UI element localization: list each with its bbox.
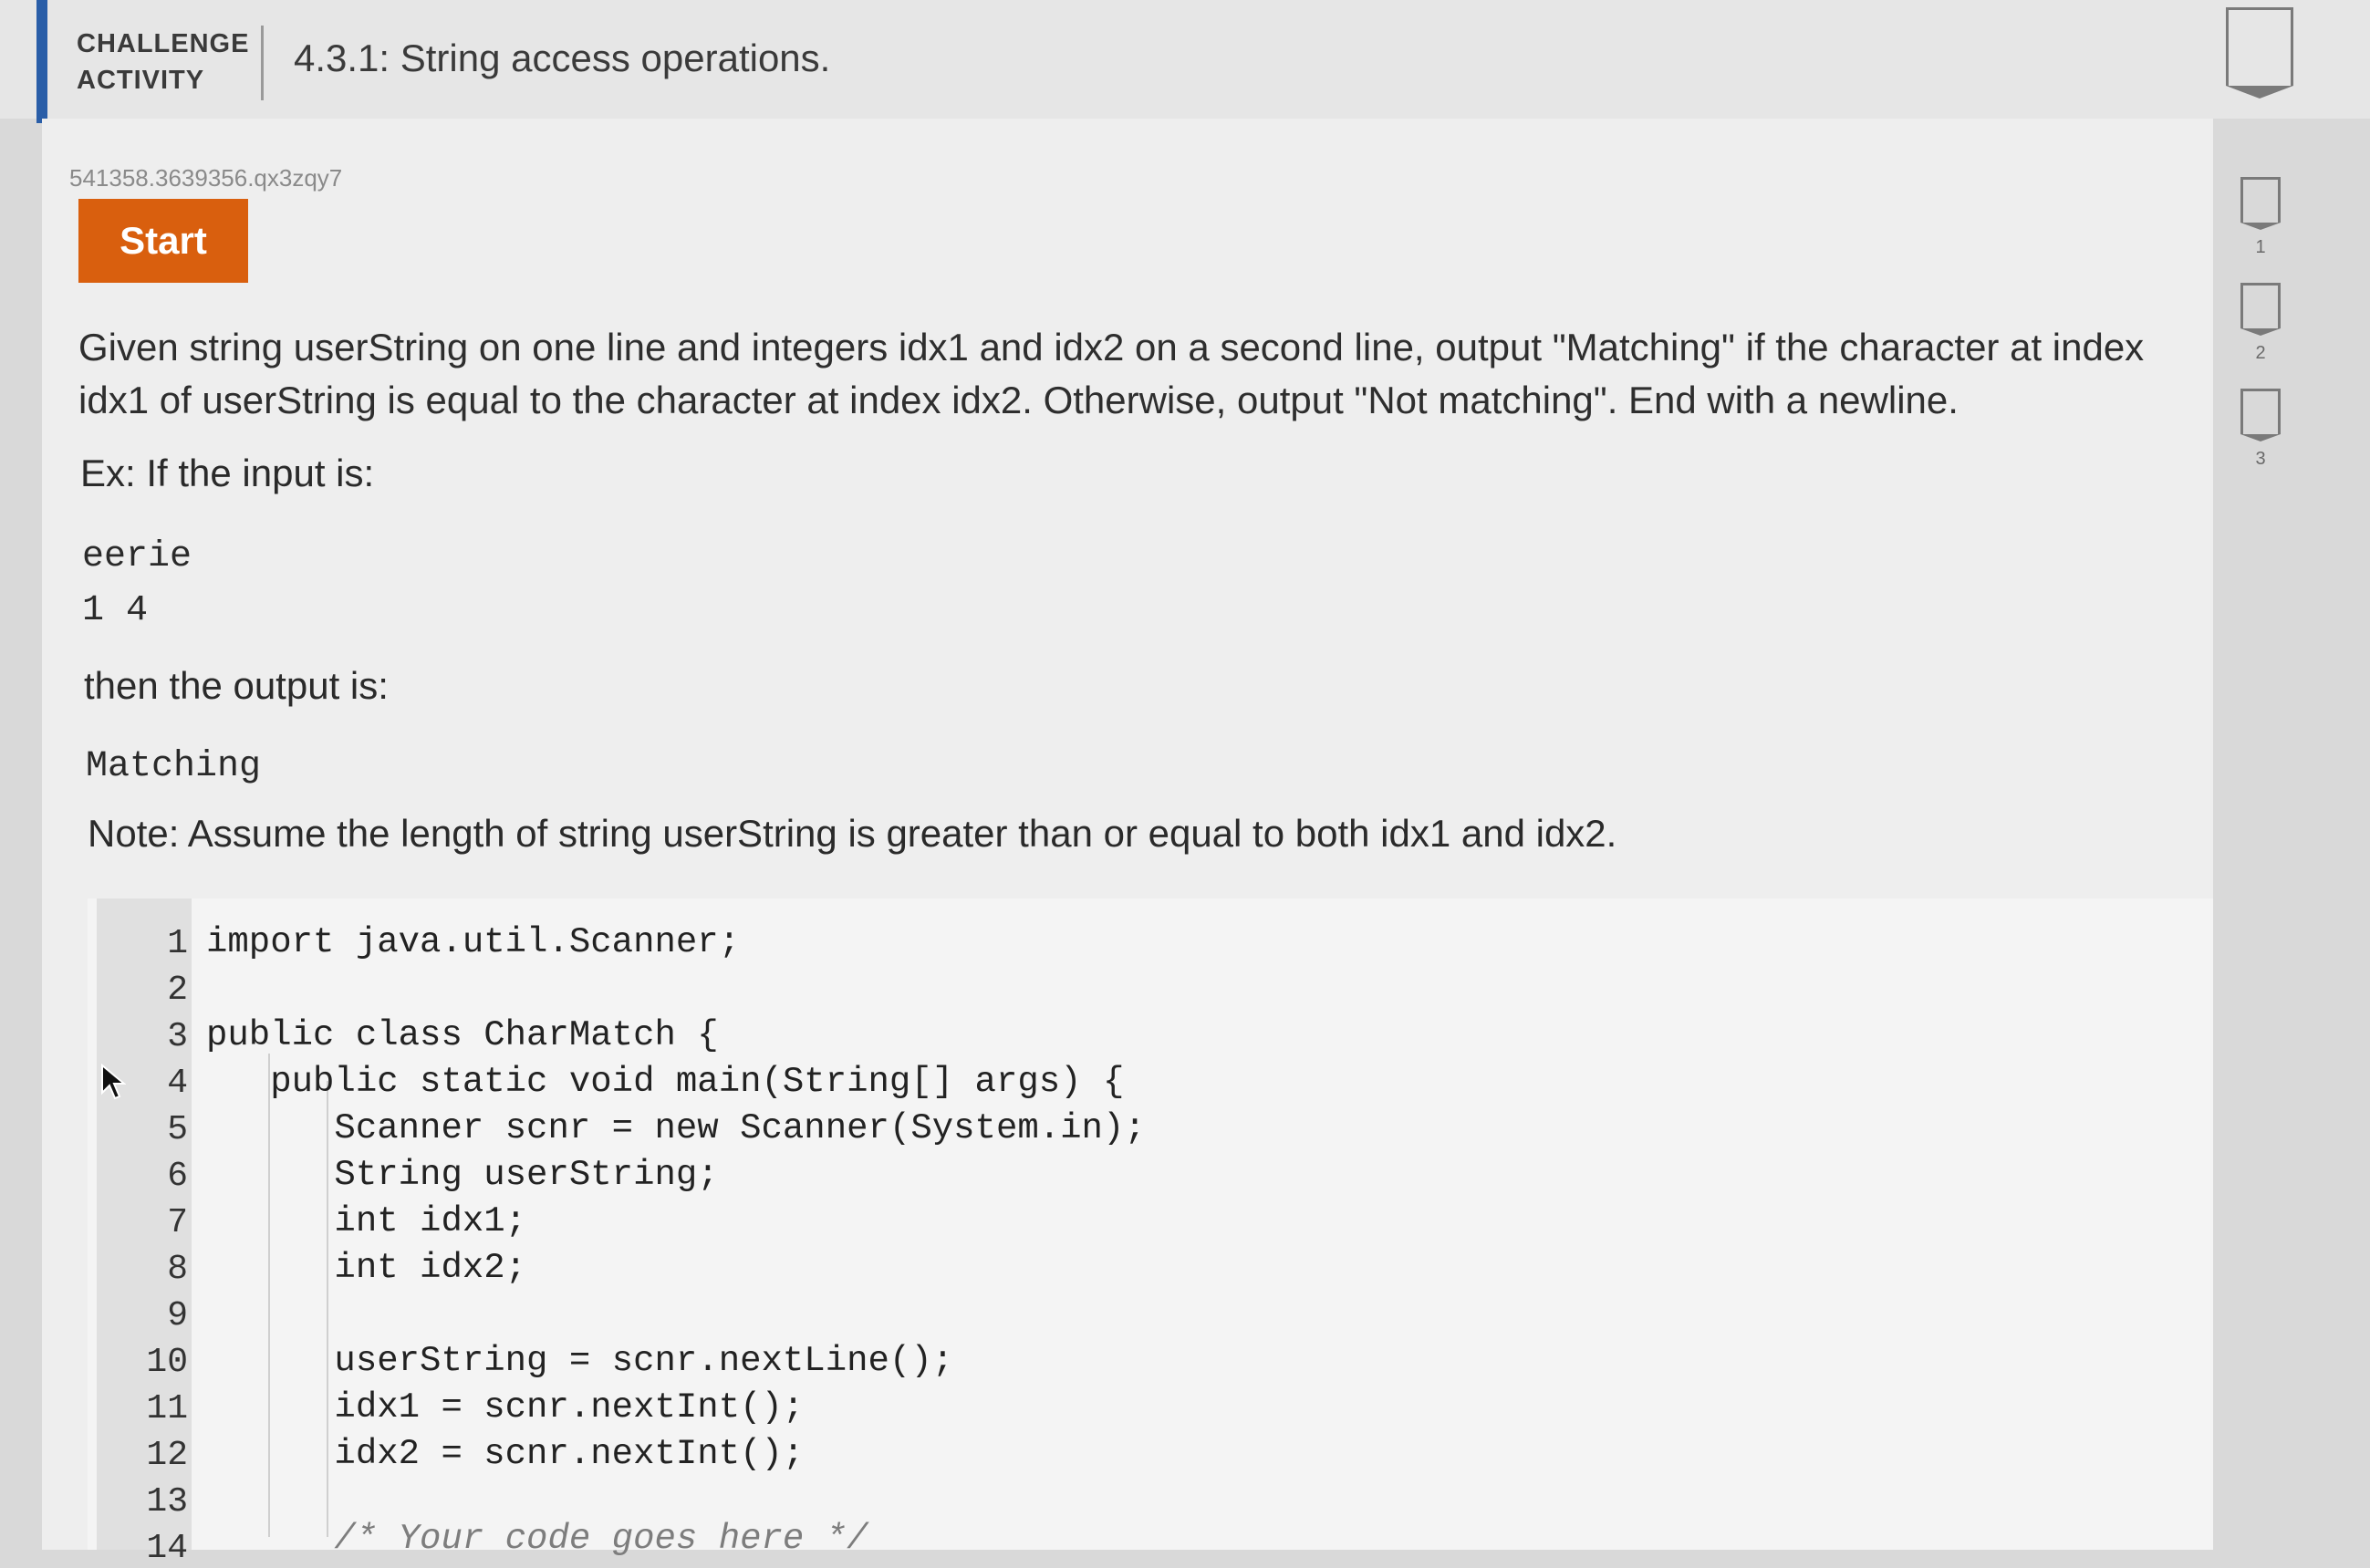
line-number: 9 — [167, 1296, 188, 1335]
level-badge-icon — [2240, 177, 2281, 230]
line-number: 6 — [167, 1157, 188, 1196]
completion-badge-icon — [2226, 7, 2293, 99]
code-line[interactable]: int idx2; — [206, 1248, 526, 1288]
line-number: 5 — [167, 1110, 188, 1149]
level-item-3[interactable]: 3 — [2233, 385, 2306, 491]
line-number: 8 — [167, 1250, 188, 1289]
level-badge-icon — [2240, 389, 2281, 441]
level-item-2[interactable]: 2 — [2233, 279, 2306, 385]
example-label: Ex: If the input is: — [80, 452, 375, 494]
code-line[interactable]: import java.util.Scanner; — [206, 922, 740, 962]
line-number: 12 — [146, 1436, 188, 1475]
activity-id: 541358.3639356.qx3zqy7 — [69, 164, 343, 192]
code-line[interactable]: idx1 = scnr.nextInt(); — [206, 1387, 804, 1428]
challenge-label-line1: CHALLENGE — [77, 29, 250, 58]
line-number: 1 — [167, 924, 188, 963]
example-input-line2: 1 4 — [82, 590, 149, 631]
code-line[interactable]: int idx1; — [206, 1201, 526, 1241]
level-item-1[interactable]: 1 — [2233, 173, 2306, 279]
code-line[interactable]: String userString; — [206, 1155, 718, 1195]
example-output: Matching — [86, 746, 262, 787]
level-number: 1 — [2255, 237, 2266, 257]
line-number: 10 — [146, 1343, 188, 1382]
code-line[interactable]: Scanner scnr = new Scanner(System.in); — [206, 1108, 1145, 1148]
header-accent-bar — [36, 0, 47, 123]
mouse-pointer-icon — [101, 1064, 126, 1100]
line-number: 14 — [146, 1529, 188, 1568]
problem-prompt: Given string userString on one line and … — [78, 326, 2145, 421]
code-line[interactable]: public class CharMatch { — [206, 1015, 719, 1055]
problem-note: Note: Assume the length of string userSt… — [88, 812, 1617, 855]
level-list: 1 2 3 — [2233, 173, 2306, 491]
challenge-activity-label: CHALLENGE ACTIVITY — [77, 26, 249, 99]
line-number: 7 — [167, 1203, 188, 1242]
code-comment-line[interactable]: /* Your code goes here */ — [206, 1519, 868, 1559]
level-number: 3 — [2255, 449, 2266, 469]
code-line[interactable]: public static void main(String[] args) { — [206, 1062, 1124, 1102]
challenge-label-line2: ACTIVITY — [77, 66, 205, 95]
code-line[interactable]: idx2 = scnr.nextInt(); — [206, 1434, 804, 1474]
activity-title: 4.3.1: String access operations. — [294, 36, 831, 79]
line-number: 3 — [167, 1017, 188, 1056]
header-divider — [261, 26, 264, 100]
code-line[interactable]: userString = scnr.nextLine(); — [206, 1341, 953, 1381]
start-button[interactable]: Start — [78, 199, 248, 283]
line-number: 2 — [167, 971, 188, 1010]
code-editor[interactable]: 1 2 3 4 5 6 7 8 9 10 11 12 13 14 import … — [88, 898, 2213, 1568]
level-number: 2 — [2255, 343, 2266, 363]
line-number: 11 — [146, 1389, 188, 1428]
level-badge-icon — [2240, 283, 2281, 336]
line-number: 13 — [146, 1482, 188, 1521]
output-label: then the output is: — [84, 664, 389, 707]
example-input-line1: eerie — [82, 536, 192, 577]
